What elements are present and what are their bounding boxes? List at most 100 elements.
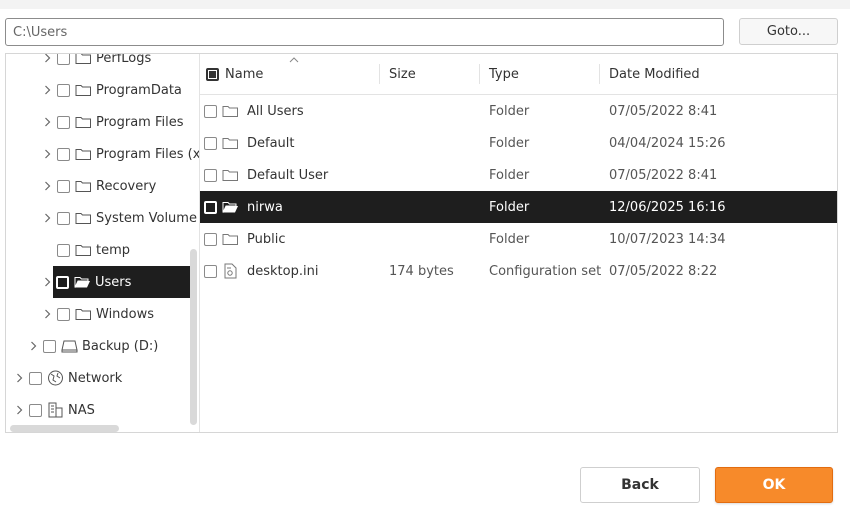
folder-icon bbox=[75, 114, 93, 130]
tree-item[interactable]: Users bbox=[53, 266, 190, 298]
tree-item[interactable]: Backup (D:) bbox=[26, 330, 158, 362]
tree-item[interactable]: Recovery bbox=[40, 170, 156, 202]
tree-item-checkbox[interactable] bbox=[43, 339, 56, 353]
tree-item-checkbox[interactable] bbox=[57, 147, 70, 161]
browser-panel: PerfLogs ProgramData Program Files Program … bbox=[5, 53, 838, 433]
file-date-modified: 04/04/2024 15:26 bbox=[609, 135, 726, 151]
folder-icon bbox=[75, 82, 93, 98]
file-row[interactable]: All Users Folder 07/05/2022 8:41 bbox=[200, 95, 837, 127]
file-row[interactable]: Default Folder 04/04/2024 15:26 bbox=[200, 127, 837, 159]
chevron-right-icon[interactable] bbox=[40, 309, 54, 319]
tree-item-checkbox[interactable] bbox=[57, 83, 70, 97]
ok-button[interactable]: OK bbox=[715, 467, 833, 503]
file-name: desktop.ini bbox=[247, 263, 319, 279]
tree-item-checkbox[interactable] bbox=[29, 371, 42, 385]
tree-item-label: NAS bbox=[68, 402, 95, 418]
tree-item-checkbox[interactable] bbox=[57, 115, 70, 129]
chevron-right-icon[interactable] bbox=[40, 149, 54, 159]
tree-item-checkbox[interactable] bbox=[57, 179, 70, 193]
tree-vertical-scrollbar[interactable] bbox=[190, 249, 197, 425]
chevron-right-icon[interactable] bbox=[40, 277, 54, 287]
list-header: Name Size Type Date Modified bbox=[200, 54, 837, 95]
folder-tree: PerfLogs ProgramData Program Files Program … bbox=[6, 54, 199, 432]
file-type: Folder bbox=[489, 103, 530, 119]
tree-item[interactable]: System Volume I bbox=[40, 202, 199, 234]
file-row[interactable]: Default User Folder 07/05/2022 8:41 bbox=[200, 159, 837, 191]
tree-item[interactable]: Network bbox=[12, 362, 122, 394]
tree-item-label: Program Files bbox=[96, 114, 184, 130]
chevron-right-icon[interactable] bbox=[40, 117, 54, 127]
tree-item-label: Windows bbox=[96, 306, 155, 322]
tree-item-checkbox[interactable] bbox=[57, 307, 70, 321]
column-header-date-modified[interactable]: Date Modified bbox=[609, 54, 700, 94]
chevron-right-icon[interactable] bbox=[40, 181, 54, 191]
chevron-right-icon[interactable] bbox=[12, 373, 26, 383]
back-button[interactable]: Back bbox=[580, 467, 700, 503]
column-header-size[interactable]: Size bbox=[389, 54, 416, 94]
folder-icon bbox=[222, 231, 240, 247]
file-size bbox=[389, 127, 479, 159]
tree-item[interactable]: PerfLogs bbox=[40, 54, 151, 74]
tree-item[interactable]: ProgramData bbox=[40, 74, 182, 106]
column-separator[interactable] bbox=[379, 64, 380, 84]
file-size bbox=[389, 191, 479, 223]
file-size bbox=[389, 223, 479, 255]
tree-horizontal-scrollbar[interactable] bbox=[10, 425, 119, 432]
column-separator[interactable] bbox=[479, 64, 480, 84]
tree-item[interactable]: NAS bbox=[12, 394, 95, 426]
file-size: 174 bytes bbox=[389, 263, 454, 279]
path-input[interactable] bbox=[5, 18, 724, 46]
tree-item-label: System Volume I bbox=[96, 210, 199, 226]
file-row-checkbox[interactable] bbox=[204, 201, 217, 214]
tree-item-checkbox[interactable] bbox=[29, 403, 42, 417]
file-type: Configuration set... bbox=[489, 263, 601, 279]
file-list: Name Size Type Date Modified All Users Fo… bbox=[200, 54, 837, 432]
folder-open-icon bbox=[74, 274, 92, 290]
tree-item-label: Recovery bbox=[96, 178, 157, 194]
file-name: Public bbox=[247, 231, 286, 247]
folder-icon bbox=[75, 54, 93, 66]
chevron-right-icon[interactable] bbox=[40, 85, 54, 95]
chevron-right-icon[interactable] bbox=[40, 213, 54, 223]
file-name: nirwa bbox=[247, 199, 283, 215]
file-row-checkbox[interactable] bbox=[204, 169, 217, 182]
folder-icon bbox=[75, 306, 93, 322]
file-row-checkbox[interactable] bbox=[204, 233, 217, 246]
tree-item[interactable]: Program Files (x8 bbox=[40, 138, 199, 170]
file-size bbox=[389, 95, 479, 127]
folder-icon bbox=[222, 103, 240, 119]
tree-item-checkbox[interactable] bbox=[57, 243, 70, 257]
settings-file-icon bbox=[222, 263, 240, 279]
tree-item-checkbox[interactable] bbox=[57, 211, 70, 225]
tree-item[interactable]: Program Files bbox=[40, 106, 184, 138]
goto-button[interactable]: Goto... bbox=[739, 18, 838, 45]
chevron-right-icon[interactable] bbox=[40, 54, 54, 63]
file-row[interactable]: desktop.ini 174 bytes Configuration set...… bbox=[200, 255, 837, 287]
folder-icon bbox=[222, 167, 240, 183]
folder-icon bbox=[75, 146, 93, 162]
tree-item-checkbox[interactable] bbox=[56, 275, 69, 289]
tree-item[interactable]: temp bbox=[40, 234, 130, 266]
column-separator[interactable] bbox=[599, 64, 600, 84]
file-size bbox=[389, 159, 479, 191]
tree-item-label: ProgramData bbox=[96, 82, 182, 98]
column-header-type[interactable]: Type bbox=[489, 54, 519, 94]
folder-icon bbox=[75, 178, 93, 194]
folder-open-icon bbox=[222, 199, 240, 215]
top-strip bbox=[0, 0, 850, 9]
file-row[interactable]: nirwa Folder 12/06/2025 16:16 bbox=[200, 191, 837, 223]
tree-item-label: Users bbox=[95, 274, 132, 290]
tree-item[interactable]: Windows bbox=[40, 298, 154, 330]
file-row-checkbox[interactable] bbox=[204, 137, 217, 150]
file-date-modified: 12/06/2025 16:16 bbox=[609, 199, 726, 215]
file-type: Folder bbox=[489, 135, 530, 151]
file-row-checkbox[interactable] bbox=[204, 105, 217, 118]
chevron-right-icon[interactable] bbox=[26, 341, 40, 351]
file-row[interactable]: Public Folder 10/07/2023 14:34 bbox=[200, 223, 837, 255]
file-row-checkbox[interactable] bbox=[204, 265, 217, 278]
tree-item-checkbox[interactable] bbox=[57, 54, 70, 65]
select-all-checkbox[interactable] bbox=[206, 68, 219, 81]
chevron-right-icon[interactable] bbox=[12, 405, 26, 415]
file-date-modified: 07/05/2022 8:41 bbox=[609, 167, 718, 183]
column-header-name[interactable]: Name bbox=[225, 54, 263, 94]
